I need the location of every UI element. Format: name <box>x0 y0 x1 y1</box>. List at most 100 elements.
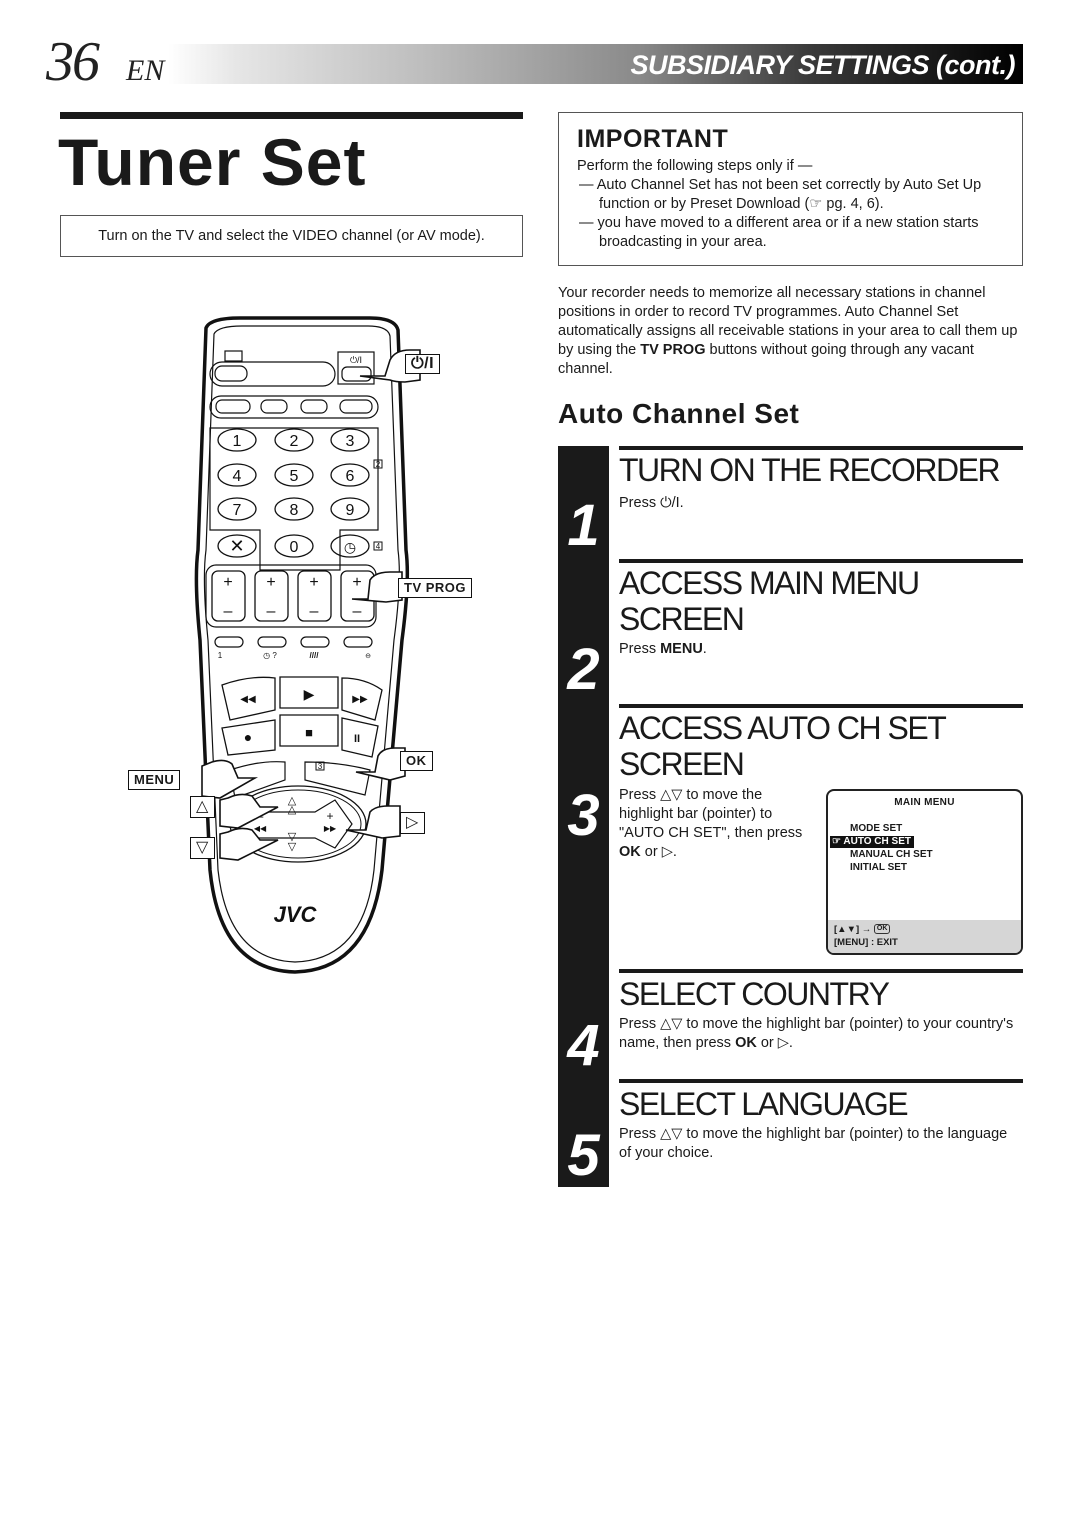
important-lead: Perform the following steps only if — <box>577 158 813 174</box>
svg-text:+: + <box>309 574 318 591</box>
step-5-text: Press △▽ to move the highlight bar (poin… <box>619 1125 1023 1163</box>
step-3-rule <box>619 704 1023 708</box>
step-4-heading: SELECT COUNTRY <box>619 976 890 1012</box>
important-item: — you have moved to a different area or … <box>579 215 979 250</box>
hand-pointer-menu <box>201 759 259 799</box>
callout-menu: MENU <box>128 770 181 790</box>
hand-pointer-ok <box>355 747 406 781</box>
svg-text:◀◀: ◀◀ <box>240 694 256 705</box>
step-2-bold: MENU <box>660 641 703 657</box>
key-1: 1 <box>233 433 242 450</box>
callout-down-icon: ▽ <box>190 837 215 859</box>
step-3-text-b: or ▷. <box>640 844 677 860</box>
section-header-band: SUBSIDIARY SETTINGS (cont.) <box>168 44 1023 84</box>
key-7: 7 <box>233 502 242 519</box>
step-3-bold: OK <box>619 844 641 860</box>
section-title: Auto Channel Set <box>558 398 800 429</box>
play-icon: ▶ <box>304 686 315 702</box>
osd-item-mode-set: MODE SET <box>850 823 903 834</box>
section-header-title: SUBSIDIARY SETTINGS (cont.) <box>630 50 1015 81</box>
section-name: SUBSIDIARY SETTINGS <box>630 50 929 80</box>
key-9: 9 <box>346 502 355 519</box>
step-4-rule <box>619 969 1023 973</box>
important-title: IMPORTANT <box>577 125 729 153</box>
step-1-text: Press ⏻/I. <box>619 494 1023 513</box>
hand-pointer-down <box>219 827 279 861</box>
step-1-text-a: Press <box>619 495 661 511</box>
svg-text:◀◀: ◀◀ <box>254 824 267 833</box>
step-4-text-b: or ▷. <box>756 1035 793 1051</box>
step-2-number: 2 <box>567 637 600 702</box>
tv-note-box: Turn on the TV and select the VIDEO chan… <box>60 215 523 257</box>
step-3-number: 3 <box>567 783 600 848</box>
step-3-text-a: Press △▽ to move the highlight bar (poin… <box>619 787 803 841</box>
osd-item-auto-ch-set-label: AUTO CH SET <box>843 836 911 847</box>
step-1-number: 1 <box>567 493 600 558</box>
svg-text:+: + <box>266 574 275 591</box>
record-icon: ● <box>244 729 252 745</box>
intro-bold-tv-prog: TV PROG <box>640 342 706 358</box>
callout-right-icon: ▷ <box>400 812 425 834</box>
key-3: 3 <box>346 433 355 450</box>
step-3-text: Press △▽ to move the highlight bar (poin… <box>619 786 809 862</box>
svg-text:–: – <box>224 603 233 620</box>
osd-item-auto-ch-set: ☞ AUTO CH SET <box>830 836 914 848</box>
svg-text:+: + <box>326 809 333 823</box>
step-4-text: Press △▽ to move the highlight bar (poin… <box>619 1015 1023 1053</box>
page-language: EN <box>126 54 165 87</box>
title-rule <box>60 112 523 119</box>
step-5-rule <box>619 1079 1023 1083</box>
svg-text:////: //// <box>310 651 320 660</box>
remote-drawing: 1 2 3 4 5 6 7 8 9 ✕ 0 ◷ 2 4 ⏻/I + – + – + –… <box>194 316 421 974</box>
svg-text:–: – <box>267 603 276 620</box>
svg-text:▶▶: ▶▶ <box>324 824 337 833</box>
timer-key-icon: ◷ <box>344 539 356 555</box>
osd-item-initial-set: INITIAL SET <box>850 862 908 873</box>
key-0: 0 <box>290 539 299 556</box>
callout-ok: OK <box>400 751 433 771</box>
stop-icon: ■ <box>305 725 313 740</box>
key-6: 6 <box>346 468 355 485</box>
step-5-heading: SELECT LANGUAGE <box>619 1086 909 1122</box>
pause-icon: II <box>354 733 360 745</box>
cancel-key-icon: ✕ <box>229 536 244 556</box>
osd-item-manual-ch-set: MANUAL CH SET <box>850 849 933 860</box>
step-3-heading: ACCESS AUTO CH SET SCREEN <box>619 710 946 782</box>
key-4: 4 <box>233 468 242 485</box>
step-2-rule <box>619 559 1023 563</box>
step-2-text-b: . <box>702 641 707 657</box>
callout-power: ⏻/I <box>405 354 441 374</box>
important-notice: IMPORTANT Perform the following steps on… <box>558 112 1023 266</box>
svg-text:2: 2 <box>376 460 381 469</box>
osd-title: MAIN MENU <box>894 797 955 808</box>
step-4-number: 4 <box>567 1013 600 1078</box>
osd-footer-exit: [MENU] : EXIT <box>834 937 898 948</box>
key-2: 2 <box>290 433 299 450</box>
svg-text:▽: ▽ <box>288 841 297 853</box>
svg-text:–: – <box>310 603 319 620</box>
key-5: 5 <box>290 468 299 485</box>
svg-text:+: + <box>223 574 232 591</box>
svg-text:⊖: ⊖ <box>365 653 371 660</box>
step-4-text-a: Press △▽ to move the highlight bar (poin… <box>619 1016 1014 1051</box>
step-4-bold: OK <box>735 1035 757 1051</box>
main-menu-osd: MAIN MENU MODE SET ☞ AUTO CH SET MANUAL … <box>826 789 1023 955</box>
svg-text:◷ ?: ◷ ? <box>263 651 277 660</box>
svg-text:⏻/I: ⏻/I <box>350 355 362 365</box>
callout-up-icon: △ <box>190 796 215 818</box>
svg-text:△: △ <box>288 804 297 816</box>
osd-ok-icon: OK <box>873 924 891 935</box>
page-title: Tuner Set <box>58 125 367 199</box>
hand-pointer-right <box>345 805 401 839</box>
step-2-heading: ACCESS MAIN MENU SCREEN <box>619 565 920 637</box>
callout-tv-prog: TV PROG <box>398 578 473 598</box>
step-5-text-a: Press △▽ to move the highlight bar (poin… <box>619 1126 1008 1161</box>
svg-text:+: + <box>352 574 361 591</box>
step-1-rule <box>619 446 1023 450</box>
intro-paragraph: Your recorder needs to memorize all nece… <box>558 284 1028 379</box>
osd-footer: [▲▼] → OK [MENU] : EXIT <box>828 920 1021 953</box>
hand-pointer-up <box>219 793 279 829</box>
step-2-text: Press MENU. <box>619 640 1023 659</box>
section-suffix: (cont.) <box>936 50 1015 80</box>
important-item: — Auto Channel Set has not been set corr… <box>579 177 982 212</box>
